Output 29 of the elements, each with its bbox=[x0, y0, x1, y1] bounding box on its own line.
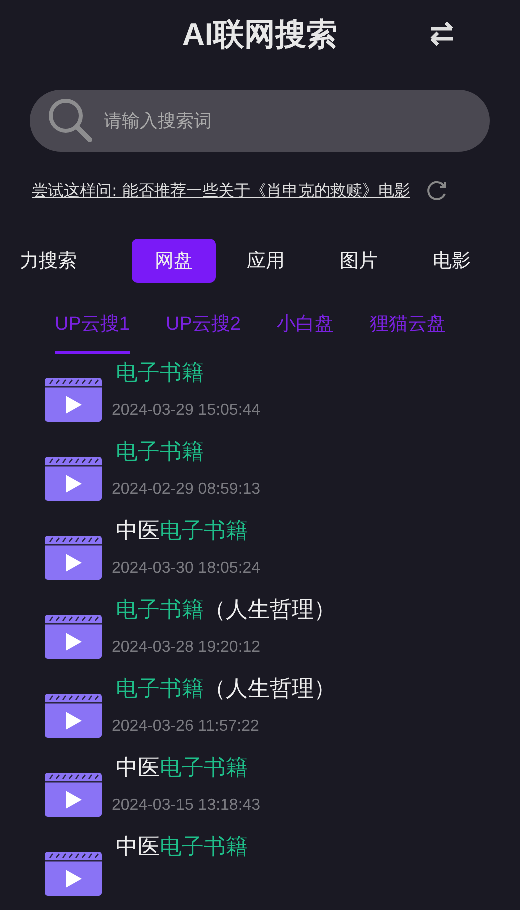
video-icon bbox=[45, 852, 102, 896]
video-icon bbox=[45, 378, 102, 422]
video-icon bbox=[45, 536, 102, 580]
category-tab[interactable]: 力搜索 bbox=[10, 239, 87, 283]
result-title[interactable]: 电子书籍 bbox=[116, 358, 261, 390]
category-tab[interactable]: 电影 bbox=[423, 239, 481, 283]
video-icon bbox=[45, 694, 102, 738]
suggestion-link[interactable]: 尝试这样问: 能否推荐一些关于《肖申克的救赎》电影 bbox=[32, 180, 410, 202]
search-field[interactable]: 请输入搜索词 bbox=[30, 90, 490, 152]
refresh-icon[interactable] bbox=[426, 180, 448, 202]
result-title[interactable]: 中医电子书籍 bbox=[116, 516, 261, 548]
result-title[interactable]: 中医电子书籍 bbox=[116, 832, 248, 864]
category-tab[interactable]: 图片 bbox=[330, 239, 388, 283]
result-date: 2024-03-28 19:20:12 bbox=[112, 639, 262, 657]
result-title[interactable]: 中医电子书籍 bbox=[116, 753, 261, 785]
video-icon bbox=[45, 457, 102, 501]
category-tab[interactable]: 应用 bbox=[237, 239, 295, 283]
result-title[interactable]: 电子书籍（人生哲理） bbox=[116, 674, 336, 706]
result-date: 2024-03-15 13:18:43 bbox=[112, 797, 261, 815]
page-title: AI联网搜索 bbox=[182, 16, 338, 54]
result-date: 2024-03-26 11:57:22 bbox=[112, 718, 260, 736]
result-title[interactable]: 电子书籍 bbox=[116, 437, 261, 469]
category-tab[interactable]: 网盘 bbox=[132, 239, 216, 283]
video-icon bbox=[45, 615, 102, 659]
result-date: 2024-03-29 15:05:44 bbox=[112, 402, 261, 420]
result-date: 2024-03-30 18:05:24 bbox=[112, 560, 261, 578]
result-title[interactable]: 电子书籍（人生哲理） bbox=[116, 595, 336, 627]
video-icon bbox=[45, 773, 102, 817]
result-date: 2024-02-29 08:59:13 bbox=[112, 481, 261, 499]
